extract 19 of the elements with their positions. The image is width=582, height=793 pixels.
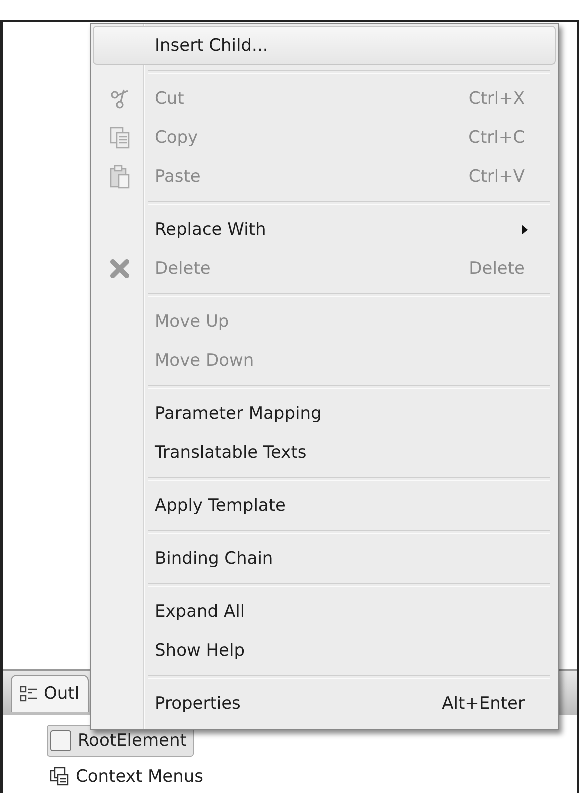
menu-item[interactable]: Binding Chain [93,539,556,578]
tree-item[interactable]: Context Menus [47,761,211,793]
menu-item[interactable]: Parameter Mapping [93,394,556,433]
menu-item[interactable]: Replace With [93,210,556,249]
windows-icon [50,767,70,787]
copy-icon [109,126,131,150]
delete-icon [110,258,130,278]
menu-item[interactable]: Insert Child... [93,26,556,65]
submenu-arrow-icon [521,224,529,236]
menu-item[interactable]: Expand All [93,592,556,631]
square-icon [50,730,72,752]
menu-item[interactable]: Translatable Texts [93,433,556,472]
clipboard-icon [109,164,131,188]
scissors-icon [110,88,130,110]
menu-item[interactable]: Apply Template [93,486,556,525]
menu-item[interactable]: Show Help [93,631,556,670]
outline-tab[interactable]: Outl [11,674,89,712]
menu-item[interactable]: Properties Alt+Enter [93,684,556,723]
outline-icon [20,686,38,702]
